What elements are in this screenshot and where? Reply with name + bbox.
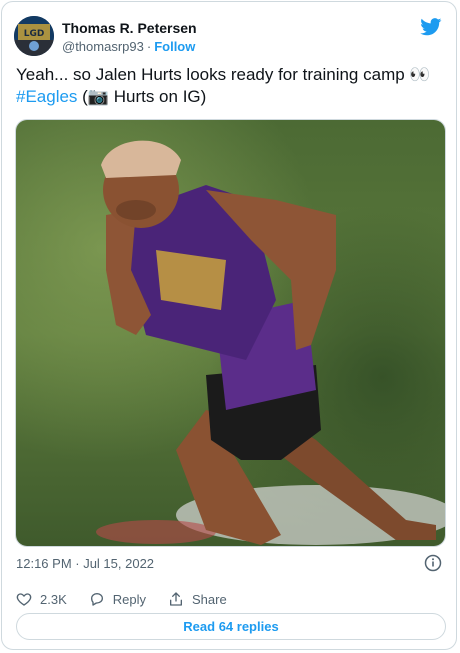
share-icon bbox=[170, 592, 182, 606]
svg-text:LGD: LGD bbox=[24, 29, 45, 39]
separator: · bbox=[146, 39, 152, 54]
twitter-bird-icon[interactable] bbox=[420, 18, 442, 36]
avatar-image: LGD bbox=[14, 16, 54, 56]
tweet-timestamp[interactable]: 12:16 PM · Jul 15, 2022 bbox=[16, 556, 154, 571]
reply-button[interactable]: Reply bbox=[89, 591, 146, 607]
tweet-text-prefix: Yeah... so Jalen Hurts looks ready for t… bbox=[16, 65, 410, 84]
follow-button[interactable]: Follow bbox=[154, 39, 195, 54]
hashtag-link[interactable]: #Eagles bbox=[16, 87, 77, 106]
read-replies-button[interactable]: Read 64 replies bbox=[16, 613, 446, 640]
author-meta: @thomasrp93 · Follow bbox=[62, 39, 195, 54]
tweet-text: Yeah... so Jalen Hurts looks ready for t… bbox=[16, 64, 446, 108]
like-button[interactable]: 2.3K bbox=[16, 591, 67, 607]
author-name[interactable]: Thomas R. Petersen bbox=[62, 20, 197, 36]
info-icon[interactable] bbox=[424, 554, 442, 572]
heart-icon bbox=[16, 593, 32, 606]
reply-bubble-icon bbox=[90, 593, 103, 606]
camera-emoji: 📷 bbox=[87, 87, 109, 106]
tweet-actions: 2.3K Reply Share bbox=[16, 589, 249, 609]
share-button[interactable]: Share bbox=[168, 591, 227, 607]
eyes-emoji: 👀 bbox=[409, 65, 431, 84]
tweet-text-suffix: Hurts on IG) bbox=[109, 87, 207, 106]
tweet-card: LGD Thomas R. Petersen @thomasrp93 · Follo… bbox=[1, 1, 457, 650]
athlete-photo bbox=[16, 120, 445, 546]
like-count: 2.3K bbox=[40, 591, 67, 607]
author-handle[interactable]: @thomasrp93 bbox=[62, 39, 144, 54]
paren-open: ( bbox=[77, 87, 88, 106]
share-label: Share bbox=[192, 591, 227, 607]
avatar[interactable]: LGD bbox=[14, 16, 54, 56]
tweet-photo[interactable] bbox=[15, 119, 446, 547]
reply-label: Reply bbox=[112, 591, 146, 607]
